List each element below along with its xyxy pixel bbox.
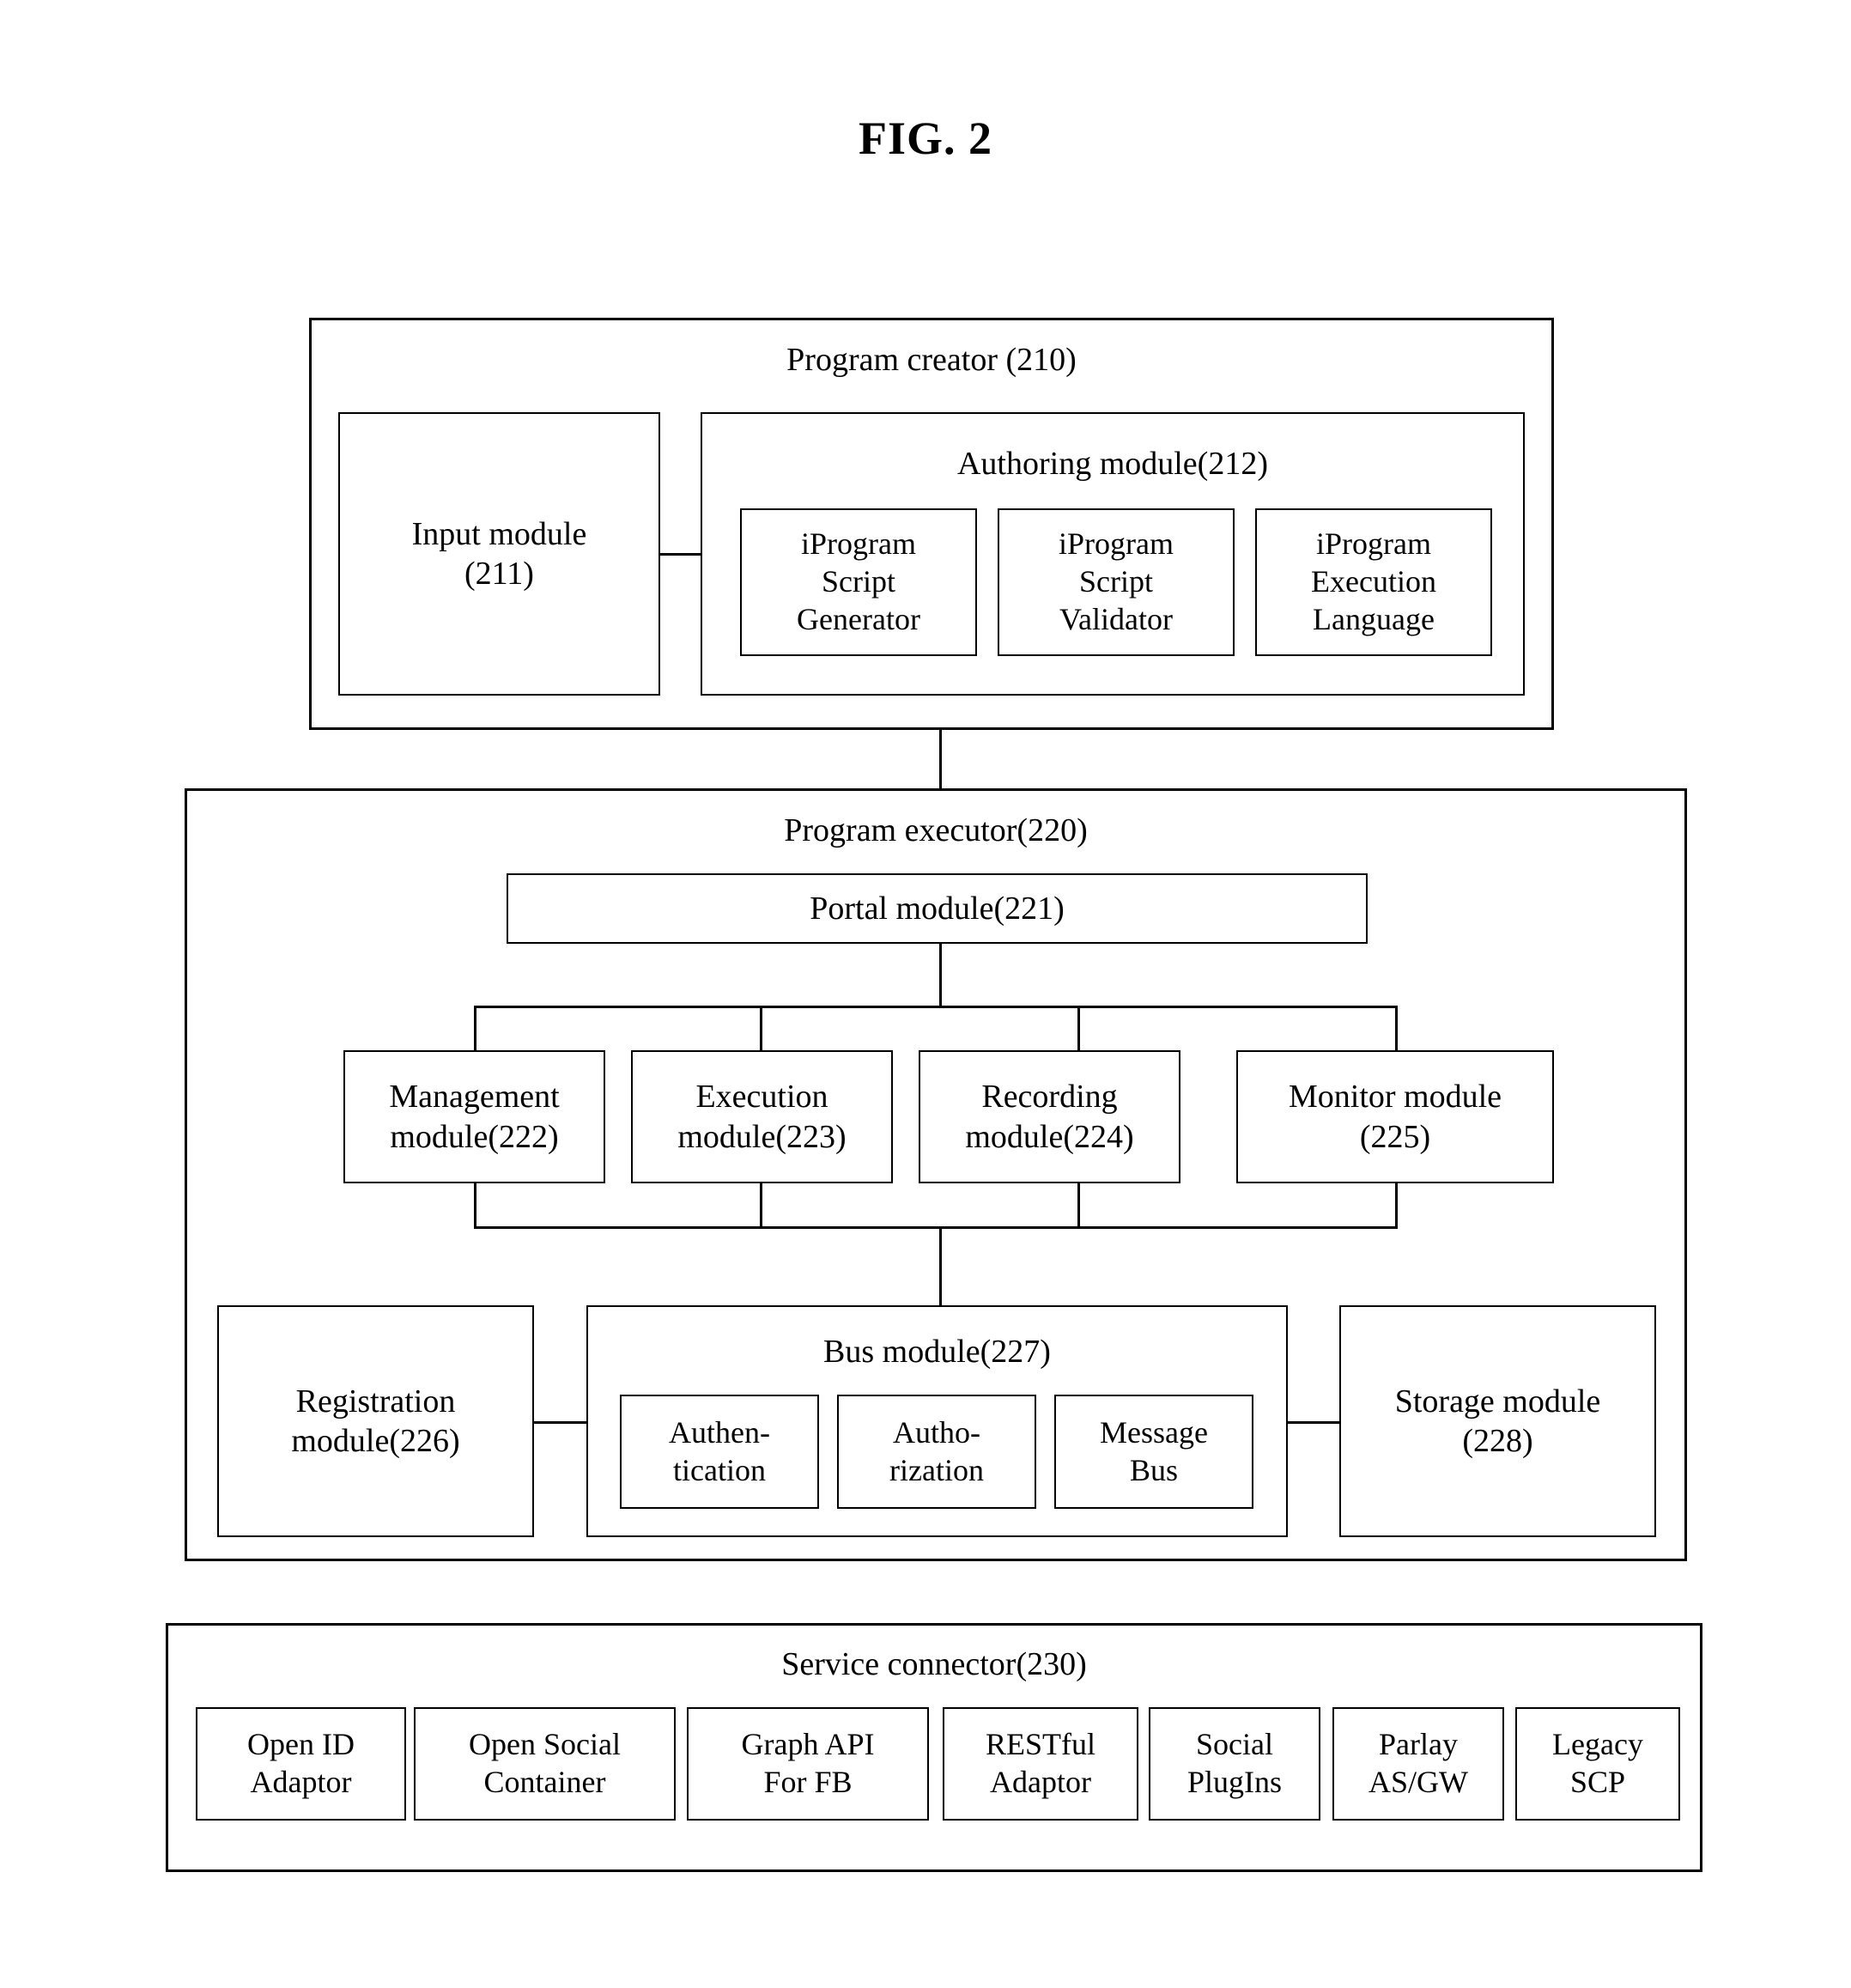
patent-figure-page: FIG. 2 Program creator (210) Input modul…: [0, 0, 1851, 1988]
iprogram-execution-language-label: iProgram Execution Language: [1311, 526, 1436, 636]
iprogram-script-validator-label: iProgram Script Validator: [1059, 526, 1174, 636]
authorization-label: Autho- rization: [889, 1414, 984, 1487]
connector-recording-down: [1077, 1183, 1080, 1226]
connector-module-bus-bottom: [474, 1226, 1398, 1229]
storage-module-label: Storage module (228): [1394, 1383, 1601, 1459]
connector-input-to-authoring: [660, 553, 701, 556]
connector-registration-to-bus: [534, 1421, 586, 1424]
connector-portal-drop: [939, 944, 942, 1006]
legacy-scp-label: Legacy SCP: [1552, 1727, 1643, 1799]
graph-api-for-fb-label: Graph API For FB: [741, 1727, 875, 1799]
program-executor-title: Program executor(220): [784, 812, 1088, 848]
management-module-label: Management module(222): [389, 1079, 560, 1155]
input-module-line2: (211): [464, 556, 534, 592]
bus-module-title: Bus module(227): [823, 1334, 1051, 1370]
service-connector-title: Service connector(230): [781, 1646, 1087, 1682]
parlay-as-gw-label: Parlay AS/GW: [1369, 1727, 1468, 1799]
connector-monitor-down: [1395, 1183, 1398, 1226]
social-plugins-label: Social PlugIns: [1186, 1727, 1283, 1799]
connector-bus-to-recording: [1077, 1006, 1080, 1050]
authoring-module-title: Authoring module(212): [956, 446, 1268, 482]
figure-title: FIG. 2: [858, 112, 992, 164]
input-module-label: Input module (211): [338, 412, 660, 696]
message-bus-label: Message Bus: [1100, 1414, 1208, 1487]
connector-bus-to-execution: [760, 1006, 762, 1050]
connector-execution-down: [760, 1183, 762, 1226]
monitor-module-label: Monitor module (225): [1288, 1079, 1502, 1155]
program-creator-title: Program creator (210): [786, 342, 1077, 378]
registration-module-label: Registration module(226): [291, 1383, 460, 1459]
recording-module-label: Recording module(224): [965, 1079, 1134, 1155]
connector-bus-to-management: [474, 1006, 476, 1050]
authentication-label: Authen- tication: [669, 1414, 770, 1487]
iprogram-script-generator-label: iProgram Script Generator: [797, 526, 920, 636]
portal-module-label: Portal module(221): [810, 890, 1065, 927]
input-module-line1: Input module: [411, 515, 587, 552]
connector-bus-to-storage: [1288, 1421, 1339, 1424]
connector-module-bus-top: [474, 1006, 1398, 1008]
open-social-container-label: Open Social Container: [469, 1727, 621, 1799]
connector-creator-to-executor: [939, 730, 942, 788]
restful-adaptor-label: RESTful Adaptor: [985, 1727, 1095, 1799]
connector-bus-to-busmodule: [939, 1226, 942, 1305]
execution-module-label: Execution module(223): [677, 1079, 847, 1155]
connector-management-down: [474, 1183, 476, 1226]
connector-bus-to-monitor: [1395, 1006, 1398, 1050]
open-id-adaptor-label: Open ID Adaptor: [247, 1727, 355, 1799]
